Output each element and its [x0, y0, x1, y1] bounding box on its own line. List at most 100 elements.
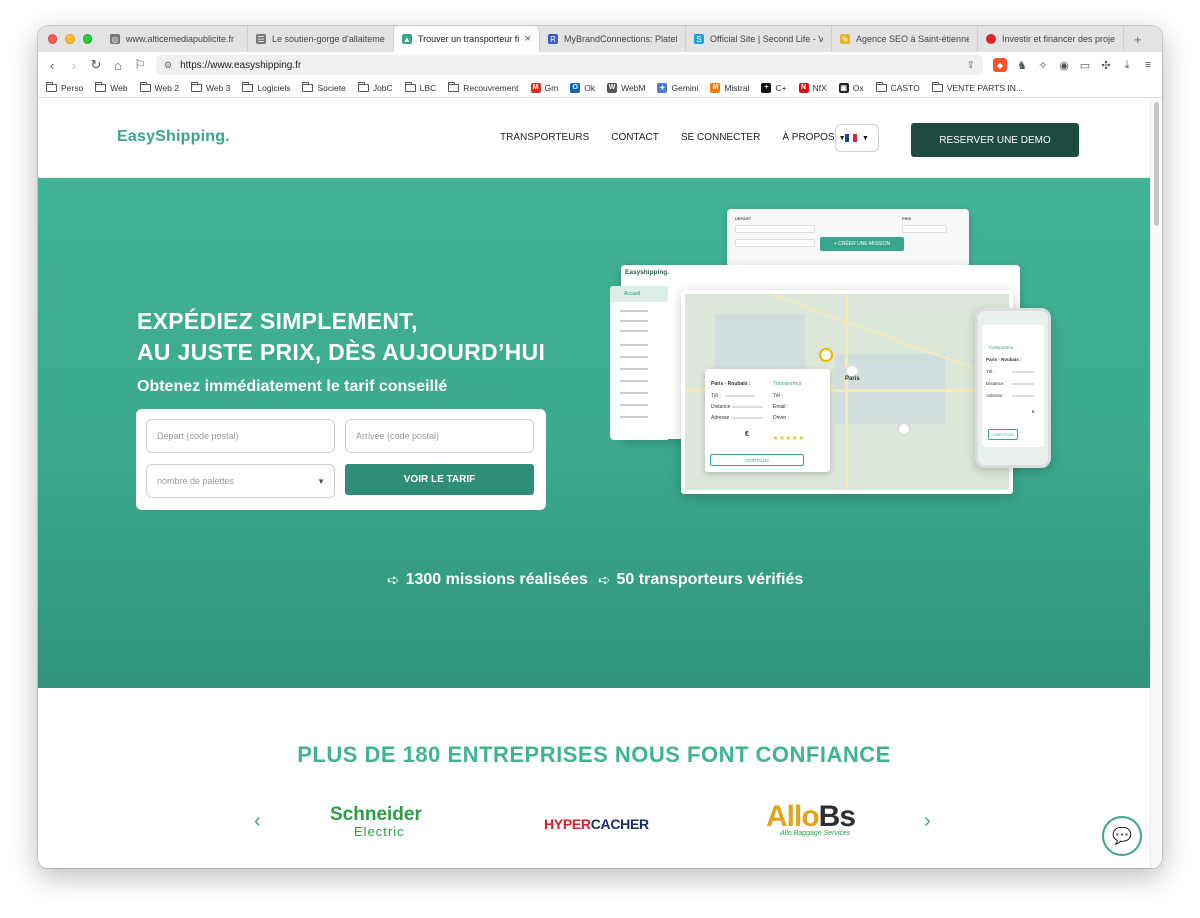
tab-title: Agence SEO à Saint-étienne — [856, 34, 969, 44]
mockup-field-label: Driver : — [773, 415, 790, 421]
nav-transporteurs[interactable]: TRANSPORTEURS — [500, 132, 589, 143]
bookmark-lbc[interactable]: LBC — [404, 81, 436, 93]
chevron-left-icon[interactable]: ‹ — [254, 810, 261, 833]
hero-subtitle: Obtenez immédiatement le tarif conseillé — [137, 378, 448, 395]
stat-missions: ➪ 1300 missions réalisées — [387, 571, 588, 589]
mockup-field-label: Distance : — [711, 404, 734, 410]
bookmark-nfx[interactable]: N NfX — [798, 82, 827, 93]
bookmark-webm[interactable]: W WebM — [607, 82, 645, 93]
nav-se-connecter[interactable]: SE CONNECTER — [681, 132, 760, 143]
window-controls — [38, 34, 102, 44]
site-header: EasyShipping. TRANSPORTEURS CONTACT SE C… — [38, 98, 1150, 178]
reload-icon[interactable]: ↻ — [90, 57, 102, 73]
bookmark-gemini[interactable]: ✦ Gemini — [657, 82, 698, 93]
invest-icon — [986, 34, 996, 44]
bookmark-mistral[interactable]: M Mistral — [710, 82, 749, 93]
webpage: EasyShipping. TRANSPORTEURS CONTACT SE C… — [38, 98, 1150, 868]
mockup-voir-plus: VOIR PLUS — [710, 454, 804, 466]
stat-transporteurs: ➪ 50 transporteurs vérifiés — [598, 571, 803, 589]
scrollbar-thumb[interactable] — [1154, 102, 1159, 226]
mockup-create-mission-button: + CRÉER UNE MISSION — [820, 237, 904, 251]
brave-shield-icon[interactable]: ◆ — [993, 58, 1007, 72]
arrivee-input[interactable]: Arrivée (code postal) — [345, 419, 534, 453]
mockup-accueil-label: Accueil — [624, 291, 641, 297]
mockup-price: € — [1032, 409, 1035, 414]
bookmark-web-3[interactable]: Web 3 — [190, 81, 230, 93]
extension-icon[interactable]: ♞ — [1016, 59, 1028, 72]
bookmark-favicon-icon: M — [710, 82, 721, 93]
chat-bubble-icon[interactable]: 💬 — [1102, 816, 1142, 856]
bookmark-perso[interactable]: Perso — [46, 81, 83, 93]
bookmark-vente-parts-in[interactable]: VENTE PARTS IN... — [931, 81, 1023, 93]
zoom-window-button[interactable] — [82, 34, 92, 44]
tab-investir[interactable]: Investir et financer des proje — [978, 26, 1124, 52]
menu-icon[interactable]: ≡ — [1142, 59, 1154, 71]
palettes-select[interactable]: nombre de palettes ▼ — [146, 464, 335, 498]
bookmark-label: VENTE PARTS IN... — [946, 82, 1023, 93]
tab-altice[interactable]: ◎ www.alticemediapublicite.fr — [102, 26, 248, 52]
mockup-field-label: Adresse : — [986, 393, 1006, 398]
bookmark-recouvrement[interactable]: Recouvrement — [448, 81, 519, 93]
tab-seo[interactable]: ✎ Agence SEO à Saint-étienne — [832, 26, 978, 52]
forward-icon[interactable]: › — [68, 58, 80, 73]
tab-mybrand[interactable]: R MyBrandConnections: Platefo — [540, 26, 686, 52]
bookmark-icon[interactable]: ⚐ — [134, 57, 146, 73]
url-bar[interactable]: ⚙ https://www.easyshipping.fr ⇪ — [156, 55, 983, 75]
puzzle-icon[interactable]: ✣ — [1100, 59, 1112, 72]
rr-icon: R — [548, 34, 558, 44]
mockup-phone: Transporteur Paris - Roubaix : Tél : Dis… — [975, 308, 1051, 468]
reserver-demo-button[interactable]: RESERVER UNE DEMO — [911, 123, 1079, 157]
bookmark-web[interactable]: Web — [95, 81, 128, 93]
tab-title: Le soutien-gorge d'allaitement — [272, 34, 385, 44]
mockup-transporteur-label: Transporteur — [988, 345, 1014, 350]
mockup-field-line — [733, 406, 763, 408]
bookmark-logiciels[interactable]: Logiciels — [242, 81, 291, 93]
bookmark-web-2[interactable]: Web 2 — [139, 81, 179, 93]
bookmark-casto[interactable]: CASTO — [875, 81, 920, 93]
minimize-window-button[interactable] — [65, 34, 75, 44]
stat-transporteurs-text: 50 transporteurs vérifiés — [616, 571, 804, 588]
bookmark-label: Web 2 — [154, 82, 179, 93]
chevron-right-icon[interactable]: › — [924, 810, 931, 833]
bookmark-societe[interactable]: Societe — [302, 81, 346, 93]
mockup-route: Paris - Roubaix : — [711, 381, 751, 387]
bookmark-label: Logiciels — [257, 82, 291, 93]
folder-icon — [302, 81, 314, 92]
back-icon[interactable]: ‹ — [46, 58, 58, 73]
voir-le-tarif-button[interactable]: VOIR LE TARIF — [345, 464, 534, 495]
site-logo[interactable]: EasyShipping. — [117, 128, 230, 146]
nav-contact[interactable]: CONTACT — [611, 132, 659, 143]
page-scrollbar[interactable] — [1150, 98, 1162, 868]
new-tab-icon[interactable]: + — [1124, 32, 1152, 47]
address-toolbar: ‹ › ↻ ⌂ ⚐ ⚙ https://www.easyshipping.fr … — [38, 52, 1162, 78]
depart-input[interactable]: Départ (code postal) — [146, 419, 335, 453]
mockup-field-line — [1012, 395, 1034, 397]
site-settings-icon[interactable]: ⚙ — [164, 60, 172, 71]
bookmark-favicon-icon: W — [607, 82, 618, 93]
bookmark-ok[interactable]: O Ok — [570, 82, 596, 93]
share-icon[interactable]: ⇪ — [967, 60, 975, 71]
home-icon[interactable]: ⌂ — [112, 58, 124, 73]
extension-icon[interactable]: ◉ — [1058, 59, 1070, 72]
bookmark-favicon-icon: M — [530, 82, 541, 93]
extension-icon[interactable]: ✧ — [1037, 59, 1049, 72]
bookmark-ox[interactable]: ▣ Ox — [838, 82, 864, 93]
mockup-field-label: Tél : — [986, 369, 995, 374]
bookmark-jobc[interactable]: JobC — [357, 81, 393, 93]
language-selector[interactable]: ▼ — [835, 124, 879, 152]
mockup-field-label: Tél : — [711, 393, 721, 399]
folder-icon — [404, 81, 416, 92]
bookmark-label: Ok — [584, 82, 596, 93]
tab-soutien-gorge[interactable]: ☰ Le soutien-gorge d'allaitement — [248, 26, 394, 52]
bookmark-c[interactable]: + C+ — [761, 82, 787, 93]
download-icon[interactable]: ⤓ — [1121, 59, 1133, 72]
extension-icon[interactable]: ▭ — [1079, 59, 1091, 72]
close-window-button[interactable] — [48, 34, 58, 44]
tab-secondlife[interactable]: S Official Site | Second Life - Vi — [686, 26, 832, 52]
tab-easyshipping[interactable]: ▲ Trouver un transporteur fi × — [394, 26, 540, 52]
rating-stars-icon: ★★★★★ — [773, 436, 805, 442]
mockup-row — [620, 404, 648, 406]
close-tab-icon[interactable]: × — [525, 33, 531, 45]
bookmark-gm[interactable]: M Gm — [530, 82, 558, 93]
bookmark-label: Recouvrement — [463, 82, 519, 93]
